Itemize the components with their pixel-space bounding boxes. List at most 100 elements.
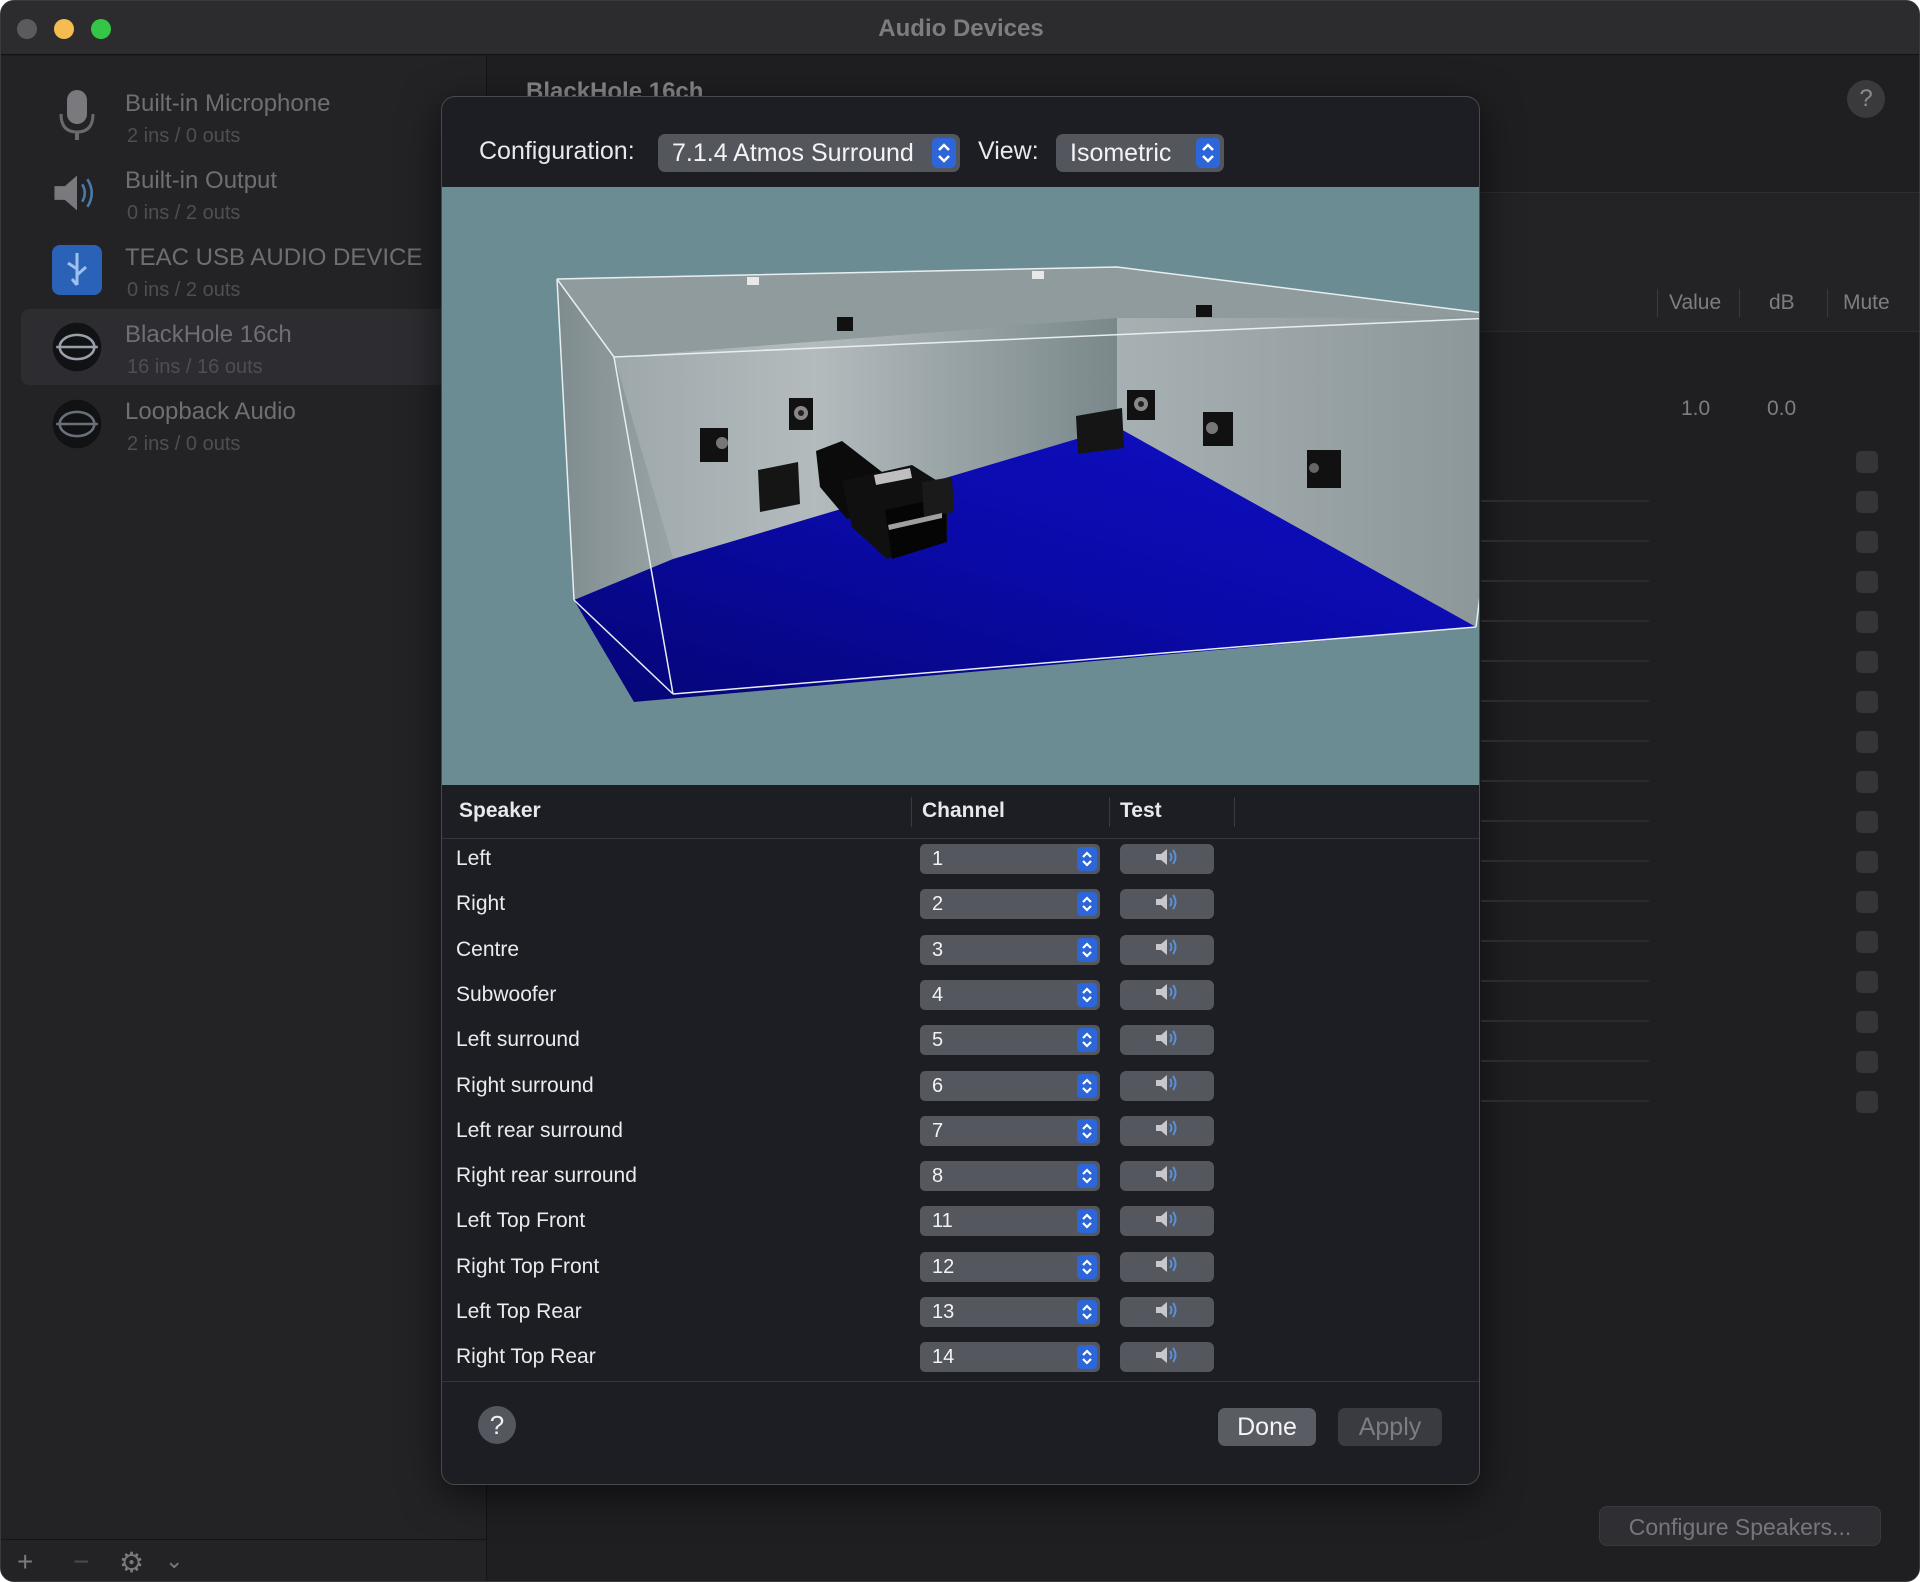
channel-select[interactable]: 2 [920,889,1100,920]
mute-checkbox[interactable] [1856,531,1878,553]
device-item-built-in-output[interactable]: Built-in Output 0 ins / 2 outs [21,155,481,231]
mute-checkbox[interactable] [1856,651,1878,673]
table-row: Right Top Front 12 [442,1247,1479,1292]
help-button[interactable]: ? [1847,80,1885,118]
column-header-test[interactable]: Test [1120,799,1162,823]
configuration-select[interactable]: 7.1.4 Atmos Surround [658,134,960,172]
channel-select[interactable]: 13 [920,1297,1100,1327]
channel-select[interactable]: 4 [920,979,1100,1010]
mute-checkbox[interactable] [1856,571,1878,593]
help-button[interactable]: ? [478,1406,516,1444]
view-select[interactable]: Isometric [1056,134,1224,172]
test-speaker-button[interactable] [1120,844,1214,874]
column-separator [1234,797,1235,827]
configure-speakers-button[interactable]: Configure Speakers... [1599,1506,1881,1546]
channel-value: 14 [932,1346,955,1369]
mute-checkbox[interactable] [1856,1011,1878,1033]
test-speaker-button[interactable] [1120,1025,1214,1056]
mute-checkbox[interactable] [1856,1091,1878,1113]
speaker-icon [1154,1345,1180,1370]
mute-checkbox[interactable] [1856,891,1878,913]
test-speaker-button[interactable] [1120,979,1214,1010]
speaker-name: Subwoofer [456,982,557,1006]
channel-select[interactable]: 1 [920,844,1100,874]
speaker-right-surround [1203,412,1233,446]
speaker-name: Right [456,892,506,916]
speaker-right-rear-surround [1307,450,1341,488]
speaker-name: Left Top Rear [456,1300,582,1323]
table-row: Right Top Rear 14 [442,1337,1479,1382]
window-title: Audio Devices [878,15,1044,42]
device-item-built-in-microphone[interactable]: Built-in Microphone 2 ins / 0 outs [21,78,481,154]
speaker-name: Right Top Front [456,1254,600,1278]
channel-select[interactable]: 8 [920,1161,1100,1192]
device-io: 0 ins / 2 outs [127,279,241,301]
chevron-down-icon[interactable]: ⌄ [165,1548,183,1574]
speaker-name: Left Top Front [456,1209,586,1233]
device-name: Loopback Audio [125,398,296,425]
view-value: Isometric [1070,139,1172,167]
channel-row-divider [1481,900,1649,902]
channel-select[interactable]: 14 [920,1342,1100,1373]
test-speaker-button[interactable] [1120,1206,1214,1237]
channel-select[interactable]: 3 [920,934,1100,965]
mute-checkbox[interactable] [1856,611,1878,633]
add-device-button[interactable]: + [17,1546,33,1578]
remove-device-button[interactable]: − [73,1546,89,1578]
mute-checkbox[interactable] [1856,451,1878,473]
mute-checkbox[interactable] [1856,971,1878,993]
mute-checkbox[interactable] [1856,811,1878,833]
speaker-top-left-front [837,317,853,331]
mute-checkbox[interactable] [1856,771,1878,793]
updown-arrows-icon [1077,1345,1097,1370]
test-speaker-button[interactable] [1120,1342,1214,1373]
channel-select[interactable]: 7 [920,1115,1100,1146]
device-item-teac-usb[interactable]: TEAC USB AUDIO DEVICE 0 ins / 2 outs [21,232,481,308]
channel-select[interactable]: 11 [920,1206,1100,1237]
test-speaker-button[interactable] [1120,1070,1214,1101]
channel-select[interactable]: 12 [920,1251,1100,1282]
done-button[interactable]: Done [1218,1408,1316,1446]
channel-value: 7 [932,1119,944,1142]
blackhole-icon [51,321,103,373]
device-item-loopback-audio[interactable]: Loopback Audio 2 ins / 0 outs [21,386,481,462]
device-sidebar: Built-in Microphone 2 ins / 0 outs Built… [1,56,487,1581]
channel-row-divider [1481,620,1649,622]
mute-checkbox[interactable] [1856,731,1878,753]
channel-select[interactable]: 5 [920,1025,1100,1056]
test-speaker-button[interactable] [1120,889,1214,920]
test-speaker-button[interactable] [1120,934,1214,965]
speaker-layout-view[interactable] [442,187,1479,785]
speaker-icon [1154,1164,1180,1189]
channel-value: 3 [932,938,944,961]
device-item-blackhole-16ch[interactable]: BlackHole 16ch 16 ins / 16 outs [21,309,481,385]
test-speaker-button[interactable] [1120,1251,1214,1282]
column-header-speaker[interactable]: Speaker [459,799,541,823]
channel-select[interactable]: 6 [920,1070,1100,1101]
column-header-channel[interactable]: Channel [922,799,1005,823]
mute-checkbox[interactable] [1856,691,1878,713]
test-speaker-button[interactable] [1120,1297,1214,1327]
speaker-icon [1154,1073,1180,1098]
mute-checkbox[interactable] [1856,1051,1878,1073]
device-name: BlackHole 16ch [125,321,292,348]
mute-checkbox[interactable] [1856,931,1878,953]
channel-row-divider [1481,580,1649,582]
speaker-name: Left [456,847,492,870]
apply-button[interactable]: Apply [1338,1408,1442,1446]
channel-row-divider [1481,500,1649,502]
test-speaker-button[interactable] [1120,1115,1214,1146]
channel-row-divider [1481,980,1649,982]
gear-icon[interactable]: ⚙ [119,1546,144,1579]
test-speaker-button[interactable] [1120,1161,1214,1192]
mute-checkbox[interactable] [1856,851,1878,873]
mute-checkbox[interactable] [1856,491,1878,513]
table-row: Centre 3 [442,930,1479,975]
sheet-footer: ? Done Apply [442,1381,1479,1484]
column-separator [911,797,912,827]
speaker-icon [1154,847,1180,872]
view-label: View: [978,137,1039,165]
speaker-left [789,398,813,430]
sidebar-toolbar: + − ⚙ ⌄ [1,1539,487,1581]
channel-value: 1 [932,848,944,870]
